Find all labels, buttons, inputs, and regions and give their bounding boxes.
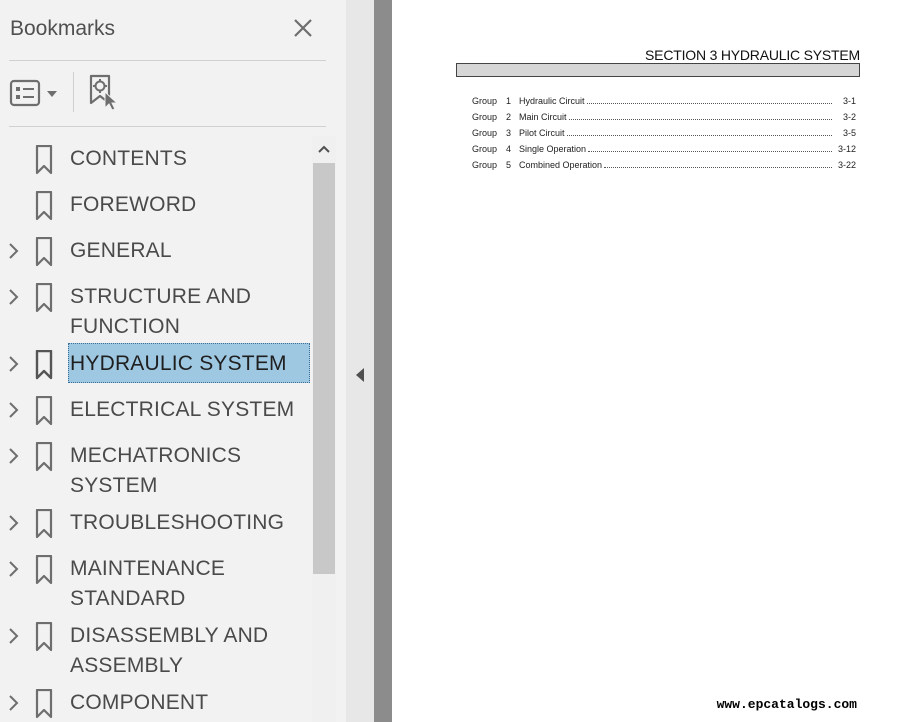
bookmark-item-disassembly-and-assembly[interactable]: DISASSEMBLY AND ASSEMBLY — [0, 621, 312, 681]
toc-group: Group — [472, 128, 498, 138]
bookmark-label: ELECTRICAL SYSTEM — [70, 398, 295, 421]
bookmark-icon — [35, 509, 53, 539]
scrollbar-thumb[interactable] — [313, 163, 335, 574]
bookmark-icon — [35, 191, 53, 221]
toc-leader — [566, 128, 832, 136]
chevron-right-icon[interactable] — [6, 514, 22, 532]
bookmark-options-button[interactable] — [9, 76, 61, 110]
chevron-right-icon[interactable] — [6, 355, 22, 373]
bookmark-icon — [35, 622, 53, 652]
bookmark-item-contents[interactable]: CONTENTS — [0, 144, 312, 175]
bookmark-label: MECHATRONICS SYSTEM — [70, 444, 242, 497]
collapse-panel-button[interactable] — [346, 360, 374, 390]
toc-page: 3-2 — [842, 112, 856, 122]
toc-leader — [568, 112, 832, 120]
section-title-bar — [456, 63, 860, 77]
bookmark-item-mechatronics-system[interactable]: MECHATRONICS SYSTEM — [0, 441, 312, 501]
toc-entry[interactable]: Group 3 Pilot Circuit 3-5 — [472, 128, 856, 144]
toolbar-divider — [9, 126, 326, 127]
bookmark-icon — [35, 555, 53, 585]
bookmark-label: COMPONENT — [70, 691, 209, 714]
bookmark-item-component[interactable]: COMPONENT — [0, 688, 312, 719]
toc-group: Group — [472, 160, 498, 170]
bookmark-options-icon — [9, 79, 57, 107]
bookmark-label: CONTENTS — [70, 147, 188, 170]
bookmark-icon — [35, 442, 53, 472]
chevron-right-icon[interactable] — [6, 288, 22, 306]
toolbar-separator — [73, 72, 74, 112]
toc-number: 1 — [506, 96, 512, 106]
toc-name: Hydraulic Circuit — [519, 96, 585, 106]
bookmark-icon — [35, 689, 53, 719]
chevron-right-icon[interactable] — [6, 447, 22, 465]
bookmark-icon — [35, 350, 53, 380]
close-panel-button[interactable] — [289, 14, 317, 42]
chevron-right-icon[interactable] — [6, 242, 22, 260]
bookmark-label: STRUCTURE AND FUNCTION — [70, 285, 252, 338]
bookmark-icon — [35, 145, 53, 175]
toc-entry[interactable]: Group 5 Combined Operation 3-22 — [472, 160, 856, 176]
table-of-contents: Group 1 Hydraulic Circuit 3-1 Group 2 Ma… — [472, 96, 856, 176]
toc-page: 3-12 — [837, 144, 856, 154]
toc-page: 3-22 — [837, 160, 856, 170]
bookmark-item-maintenance-standard[interactable]: MAINTENANCE STANDARD — [0, 554, 312, 614]
toc-leader — [604, 160, 832, 168]
bookmark-item-electrical-system[interactable]: ELECTRICAL SYSTEM — [0, 395, 312, 426]
bookmark-label: FOREWORD — [70, 193, 197, 216]
toc-entry[interactable]: Group 4 Single Operation 3-12 — [472, 144, 856, 160]
bookmark-icon — [35, 396, 53, 426]
section-title: SECTION 3 HYDRAULIC SYSTEM — [645, 47, 860, 63]
bookmark-icon — [35, 237, 53, 267]
bookmark-label: MAINTENANCE STANDARD — [70, 557, 226, 610]
bookmark-list: CONTENTS FOREWORD GENERAL STRUCTURE AND … — [0, 136, 312, 722]
watermark-text: www.epcatalogs.com — [716, 697, 857, 712]
toc-number: 3 — [506, 128, 512, 138]
toc-group: Group — [472, 112, 498, 122]
bookmark-label: GENERAL — [70, 239, 172, 262]
toc-number: 2 — [506, 112, 512, 122]
toc-name: Combined Operation — [519, 160, 603, 170]
header-divider — [9, 60, 326, 61]
toc-name: Main Circuit — [519, 112, 567, 122]
scroll-up-button[interactable] — [312, 136, 336, 162]
chevron-right-icon[interactable] — [6, 694, 22, 712]
bookmark-icon — [35, 283, 53, 313]
toc-group: Group — [472, 144, 498, 154]
bookmark-label: DISASSEMBLY AND ASSEMBLY — [70, 624, 269, 677]
bookmark-item-hydraulic-system[interactable]: HYDRAULIC SYSTEM — [0, 343, 312, 383]
chevron-right-icon[interactable] — [6, 401, 22, 419]
find-current-bookmark-icon — [89, 74, 119, 111]
toc-leader — [588, 144, 832, 152]
page-gutter — [374, 0, 392, 722]
toc-number: 4 — [506, 144, 512, 154]
bookmark-label: HYDRAULIC SYSTEM — [70, 352, 287, 375]
bookmark-label: TROUBLESHOOTING — [70, 511, 285, 534]
toc-page: 3-1 — [842, 96, 856, 106]
toc-group: Group — [472, 96, 498, 106]
bookmark-item-foreword[interactable]: FOREWORD — [0, 190, 312, 221]
chevron-right-icon[interactable] — [6, 627, 22, 645]
bookmark-item-structure-and-function[interactable]: STRUCTURE AND FUNCTION — [0, 282, 312, 342]
toc-leader — [586, 96, 832, 104]
toc-entry[interactable]: Group 1 Hydraulic Circuit 3-1 — [472, 96, 856, 112]
toc-page: 3-5 — [842, 128, 856, 138]
close-icon — [294, 19, 312, 37]
chevron-right-icon[interactable] — [6, 560, 22, 578]
bookmark-item-general[interactable]: GENERAL — [0, 236, 312, 267]
bookmarks-panel: Bookmarks CONTENTS FOREWORD GENERAL STRU… — [0, 0, 346, 722]
toc-entry[interactable]: Group 2 Main Circuit 3-2 — [472, 112, 856, 128]
chevron-up-icon — [318, 145, 330, 153]
find-current-bookmark-button[interactable] — [86, 74, 122, 112]
triangle-left-icon — [356, 368, 364, 382]
panel-title: Bookmarks — [10, 17, 116, 40]
toc-name: Pilot Circuit — [519, 128, 565, 138]
toc-name: Single Operation — [519, 144, 587, 154]
bookmark-item-troubleshooting[interactable]: TROUBLESHOOTING — [0, 508, 312, 539]
toc-number: 5 — [506, 160, 512, 170]
